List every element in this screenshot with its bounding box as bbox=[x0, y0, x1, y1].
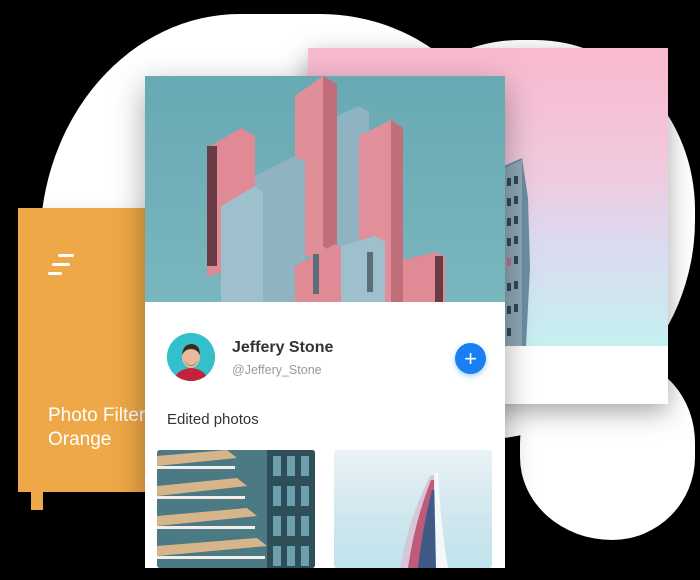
profile-name: Jeffery Stone bbox=[232, 339, 334, 356]
photo-thumbnail-balconies[interactable] bbox=[157, 450, 315, 568]
add-button[interactable]: + bbox=[455, 343, 486, 374]
menu-lines-icon[interactable] bbox=[48, 254, 76, 278]
card-tab bbox=[31, 484, 43, 510]
avatar[interactable] bbox=[167, 333, 215, 381]
edited-photos-title: Edited photos bbox=[167, 411, 259, 428]
hero-architecture-photo bbox=[145, 76, 505, 302]
photo-thumbnail-tower[interactable] bbox=[334, 450, 492, 568]
profile-handle: @Jeffery_Stone bbox=[232, 363, 322, 377]
profile-card: Jeffery Stone @Jeffery_Stone + Edited ph… bbox=[145, 76, 505, 568]
